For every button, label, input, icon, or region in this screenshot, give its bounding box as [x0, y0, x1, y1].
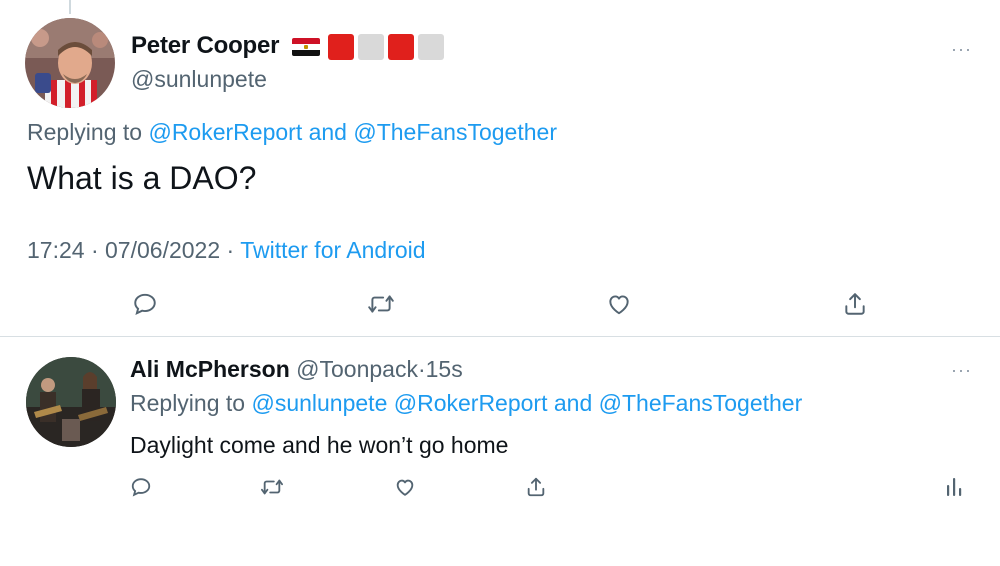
tweet-divider: [0, 336, 1000, 337]
replying-to-label: Replying to: [27, 119, 143, 145]
mention-link[interactable]: @TheFansTogether: [599, 390, 803, 416]
share-icon: [527, 477, 545, 497]
analytics-button[interactable]: [943, 474, 967, 500]
share-icon: [845, 293, 865, 315]
replying-and[interactable]: and: [554, 390, 592, 416]
author-name[interactable]: Peter Cooper: [131, 32, 280, 60]
red-square-icon: [328, 34, 354, 60]
white-square-icon: [418, 34, 444, 60]
reply-icon: [134, 293, 156, 315]
avatar[interactable]: [26, 357, 116, 447]
like-icon: [609, 295, 629, 315]
mention-link[interactable]: @RokerReport: [394, 390, 548, 416]
like-icon: [396, 479, 414, 496]
mention-link[interactable]: @RokerReport: [148, 119, 302, 145]
replying-and[interactable]: and: [309, 119, 347, 145]
name-emoji-flags: [292, 34, 448, 60]
analytics-icon: [947, 478, 962, 496]
retweet-icon: [368, 295, 394, 313]
retweet-button[interactable]: [258, 474, 286, 500]
avatar[interactable]: [25, 18, 115, 108]
reply-button[interactable]: [130, 289, 160, 319]
author-handle[interactable]: @Toonpack: [296, 356, 418, 382]
meta-separator: ·: [90, 237, 99, 263]
replying-to-label: Replying to: [130, 390, 246, 416]
red-square-icon: [388, 34, 414, 60]
mention-link[interactable]: @TheFansTogether: [353, 119, 557, 145]
retweet-button[interactable]: [365, 289, 397, 319]
more-options-icon[interactable]: ···: [951, 361, 972, 379]
thread-connector-line: [69, 0, 71, 14]
avatar-image: [25, 18, 115, 108]
reply-button[interactable]: [128, 474, 154, 500]
reply-icon: [131, 478, 151, 497]
tweet-text: Daylight come and he won’t go home: [130, 432, 509, 458]
tweet-timestamp[interactable]: 15s: [426, 356, 463, 382]
author-handle[interactable]: @sunlunpete: [131, 66, 267, 93]
tweet-date[interactable]: 07/06/2022: [105, 237, 220, 263]
avatar-image: [26, 357, 116, 447]
replying-to-line: Replying to @sunlunpete @RokerReport and…: [130, 390, 802, 417]
meta-separator: ·: [226, 237, 235, 263]
like-button[interactable]: [392, 474, 418, 500]
tweet-text: What is a DAO?: [27, 160, 257, 196]
share-button[interactable]: [840, 289, 870, 319]
tweet-time[interactable]: 17:24: [27, 237, 85, 263]
tweet-metadata: 17:24 · 07/06/2022 · Twitter for Android: [27, 237, 426, 264]
tweet-source-link[interactable]: Twitter for Android: [240, 237, 425, 263]
share-button[interactable]: [523, 474, 549, 500]
meta-separator: ·: [417, 356, 426, 382]
egypt-flag-icon: [292, 38, 320, 56]
retweet-icon: [260, 479, 283, 495]
more-options-icon[interactable]: ···: [951, 40, 972, 58]
mention-link[interactable]: @sunlunpete: [251, 390, 387, 416]
like-button[interactable]: [604, 289, 634, 319]
author-name[interactable]: Ali McPherson: [130, 356, 290, 382]
white-square-icon: [358, 34, 384, 60]
reply-header: Ali McPherson @Toonpack·15s: [130, 356, 463, 383]
replying-to-line: Replying to @RokerReport and @TheFansTog…: [27, 119, 557, 146]
